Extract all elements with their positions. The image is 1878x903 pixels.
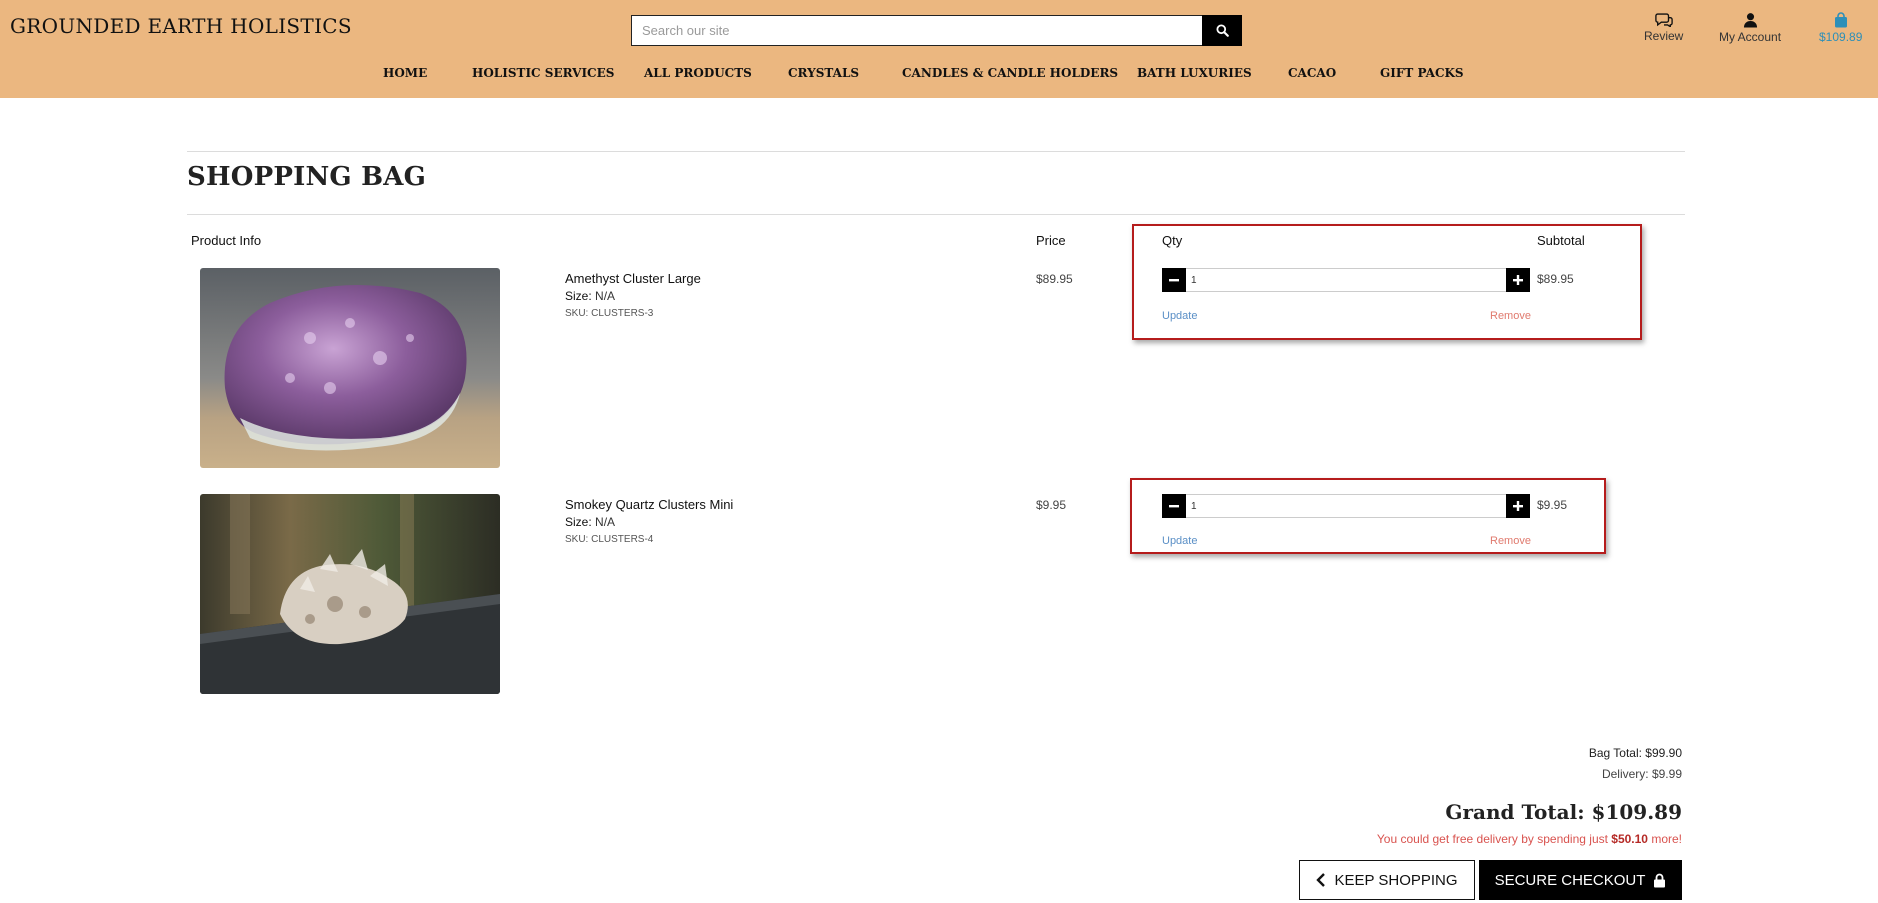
- user-icon: [1743, 13, 1757, 28]
- product-image-amethyst[interactable]: [200, 268, 500, 468]
- my-account-link[interactable]: My Account: [1719, 12, 1781, 44]
- chevron-left-icon: [1316, 873, 1326, 887]
- lock-icon: [1654, 873, 1666, 887]
- site-header: GROUNDED EARTH HOLISTICS Review My Accou…: [0, 0, 1878, 98]
- page-title: SHOPPING BAG: [187, 162, 427, 192]
- nav-item-gift-packs[interactable]: GIFT PACKS: [1380, 66, 1464, 80]
- shopping-bag-icon: [1834, 12, 1847, 28]
- secure-checkout-label: SECURE CHECKOUT: [1494, 871, 1646, 889]
- main-nav: HOME HOLISTIC SERVICES ALL PRODUCTS CRYS…: [0, 66, 1878, 86]
- product-size: Size: N/A: [565, 515, 615, 529]
- product-name: Smokey Quartz Clusters Mini: [565, 497, 734, 512]
- search-button[interactable]: [1202, 15, 1242, 46]
- delivery-cost: Delivery: $9.99: [1601, 767, 1682, 781]
- search-icon: [1215, 24, 1229, 37]
- col-header-product: Product Info: [191, 233, 262, 248]
- bag-total-label: $109.89: [1819, 30, 1863, 44]
- product-price: $89.95: [1036, 272, 1073, 286]
- nav-item-candles[interactable]: CANDLES & CANDLE HOLDERS: [902, 66, 1118, 80]
- keep-shopping-button[interactable]: KEEP SHOPPING: [1299, 860, 1475, 900]
- bag-total: Bag Total: $99.90: [1588, 746, 1682, 760]
- nav-item-all-products[interactable]: ALL PRODUCTS: [644, 66, 752, 80]
- my-account-label: My Account: [1719, 30, 1782, 44]
- nav-item-cacao[interactable]: CACAO: [1288, 66, 1336, 80]
- product-size-value: N/A: [595, 289, 616, 303]
- search-input[interactable]: [631, 15, 1202, 46]
- review-link[interactable]: Review: [1644, 12, 1683, 43]
- product-sku: SKU: CLUSTERS-3: [565, 308, 654, 319]
- highlight-box: [1130, 478, 1606, 554]
- bag-link[interactable]: $109.89: [1819, 12, 1862, 44]
- product-image-smokey-quartz[interactable]: [200, 494, 500, 694]
- site-brand[interactable]: GROUNDED EARTH HOLISTICS: [10, 14, 352, 38]
- product-size-value: N/A: [595, 515, 616, 529]
- grand-total: Grand Total: $109.89: [1445, 800, 1682, 824]
- title-bottom-divider: [187, 214, 1685, 215]
- free-delivery-amount: $50.10: [1611, 832, 1648, 846]
- col-header-price: Price: [1036, 233, 1066, 248]
- nav-item-home[interactable]: HOME: [383, 66, 427, 80]
- keep-shopping-label: KEEP SHOPPING: [1334, 871, 1458, 889]
- product-size-label: Size:: [565, 289, 592, 303]
- title-top-divider: [187, 151, 1685, 152]
- search-bar: [631, 15, 1242, 46]
- nav-item-bath-luxuries[interactable]: BATH LUXURIES: [1137, 66, 1252, 80]
- product-size: Size: N/A: [565, 289, 615, 303]
- product-price: $9.95: [1036, 498, 1067, 512]
- secure-checkout-button[interactable]: SECURE CHECKOUT: [1479, 860, 1682, 900]
- product-name: Amethyst Cluster Large: [565, 271, 701, 286]
- review-label: Review: [1644, 29, 1684, 43]
- product-sku: SKU: CLUSTERS-4: [565, 534, 654, 545]
- free-delivery-message: You could get free delivery by spending …: [1377, 832, 1682, 846]
- product-size-label: Size:: [565, 515, 592, 529]
- free-delivery-suffix: more!: [1647, 832, 1682, 846]
- highlight-box: [1132, 224, 1642, 340]
- chat-icon: [1654, 13, 1673, 27]
- nav-item-holistic-services[interactable]: HOLISTIC SERVICES: [472, 66, 614, 80]
- nav-item-crystals[interactable]: CRYSTALS: [788, 66, 859, 80]
- free-delivery-prefix: You could get free delivery by spending …: [1376, 832, 1612, 846]
